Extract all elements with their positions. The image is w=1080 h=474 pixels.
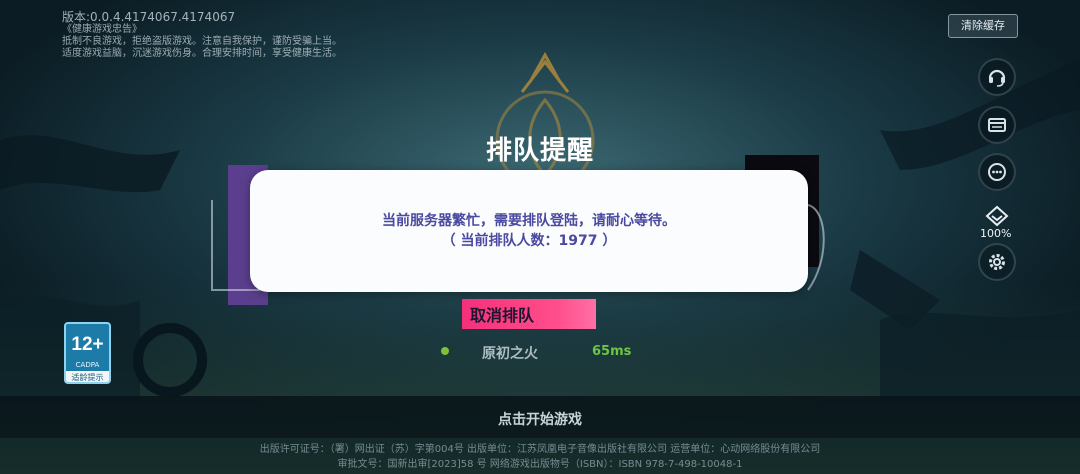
queue-count: （ 当前排队人数：1977 ） bbox=[441, 233, 617, 249]
gear-icon bbox=[989, 254, 1005, 270]
headset-icon bbox=[988, 69, 1006, 87]
clear-cache-button[interactable]: 清除缓存 bbox=[948, 14, 1018, 38]
health-notice-line: 抵制不良游戏，拒绝盗版游戏。注意自我保护，谨防受骗上当。 bbox=[62, 36, 342, 47]
start-game-label[interactable]: 点击开始游戏 bbox=[0, 409, 1080, 429]
footer-license: 出版许可证号：（署）网出证（苏）字第004号 出版单位：江苏凤凰电子音像出版社有… bbox=[259, 444, 821, 455]
diamond-icon bbox=[985, 205, 1009, 227]
zoom-button[interactable] bbox=[985, 205, 1009, 227]
cancel-queue-label[interactable]: 取消排队 bbox=[470, 302, 534, 326]
health-notice-title: 《健康游戏忠告》 bbox=[62, 24, 142, 35]
zoom-level: 100% bbox=[980, 227, 1012, 240]
age-rating-badge[interactable]: 12+ CADPA 适龄提示 bbox=[64, 322, 111, 384]
server-ping: 65ms bbox=[592, 344, 632, 359]
support-button[interactable] bbox=[978, 58, 1016, 96]
server-status-dot bbox=[441, 347, 449, 355]
queue-dialog bbox=[250, 170, 808, 292]
health-notice: 《健康游戏忠告》 抵制不良游戏，拒绝盗版游戏。注意自我保护，谨防受骗上当。 适度… bbox=[62, 24, 342, 60]
age-rating-org: CADPA bbox=[75, 361, 100, 369]
age-rating-tip: 适龄提示 bbox=[66, 371, 109, 382]
version-text: 版本:0.0.4.4174067.4174067 bbox=[62, 10, 236, 24]
age-rating-number: 12+ bbox=[71, 334, 104, 355]
health-notice-line: 适度游戏益脑，沉迷游戏伤身。合理安排时间，享受健康生活。 bbox=[62, 48, 342, 59]
dialog-message: 当前服务器繁忙，需要排队登陆，请耐心等待。 bbox=[382, 213, 676, 229]
settings-button[interactable] bbox=[978, 243, 1016, 281]
footer-isbn: 审批文号：国新出审[2023]58 号 网络游戏出版物号（ISBN）：ISBN … bbox=[337, 459, 743, 470]
dialog-title: 排队提醒 bbox=[485, 136, 594, 166]
server-name[interactable]: 原初之火 bbox=[482, 343, 538, 363]
